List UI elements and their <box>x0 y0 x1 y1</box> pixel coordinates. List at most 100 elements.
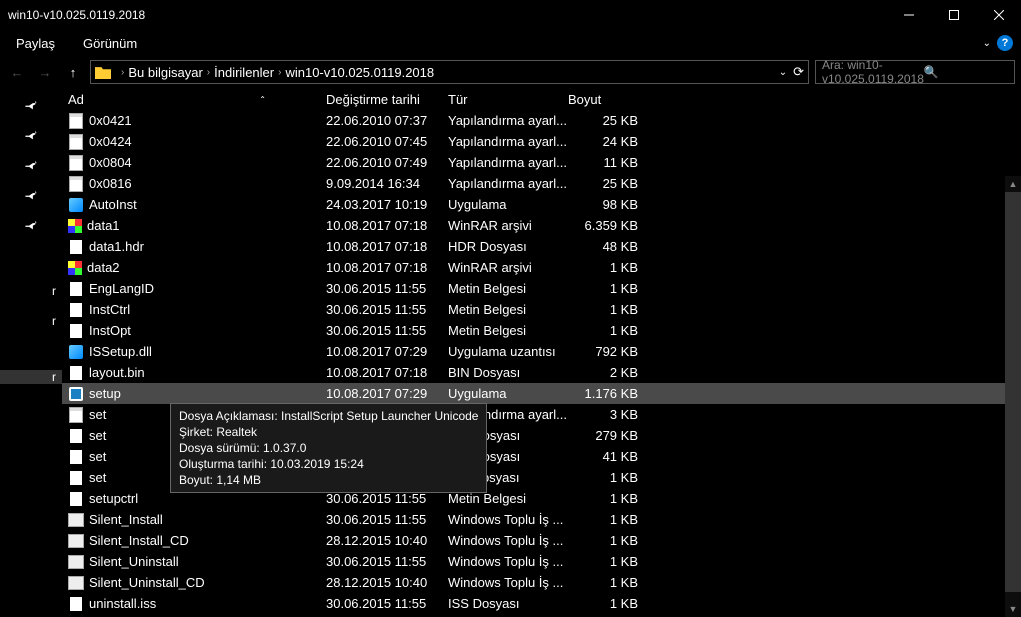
close-button[interactable] <box>976 0 1021 30</box>
table-row[interactable]: data1.hdr10.08.2017 07:18HDR Dosyası48 K… <box>62 236 1021 257</box>
table-row[interactable]: InstOpt30.06.2015 11:55Metin Belgesi1 KB <box>62 320 1021 341</box>
file-size: 2 KB <box>568 365 638 380</box>
dropdown-icon[interactable]: ⌄ <box>779 67 787 78</box>
file-size: 1 KB <box>568 470 638 485</box>
refresh-icon[interactable]: ⟳ <box>793 64 804 80</box>
file-icon <box>68 365 84 381</box>
table-row[interactable]: Silent_Uninstall30.06.2015 11:55Windows … <box>62 551 1021 572</box>
table-row[interactable]: uninstall.iss30.06.2015 11:55ISS Dosyası… <box>62 593 1021 614</box>
file-icon <box>68 323 84 339</box>
file-size: 1 KB <box>568 260 638 275</box>
titlebar: win10-v10.025.0119.2018 <box>0 0 1021 30</box>
file-icon <box>68 197 84 213</box>
file-icon <box>68 491 84 507</box>
breadcrumb[interactable]: › Bu bilgisayar › İndirilenler › win10-v… <box>90 60 809 84</box>
file-icon <box>68 239 84 255</box>
table-row[interactable]: layout.bin10.08.2017 07:18BIN Dosyası2 K… <box>62 362 1021 383</box>
file-type: Yapılandırma ayarl... <box>448 155 568 170</box>
help-icon[interactable]: ? <box>997 35 1013 51</box>
sidebar-label-fragment[interactable]: r <box>0 284 62 298</box>
file-icon <box>68 512 84 528</box>
file-type: Metin Belgesi <box>448 323 568 338</box>
column-size[interactable]: Boyut <box>568 92 638 107</box>
file-type: Windows Toplu İş ... <box>448 575 568 590</box>
file-name: AutoInst <box>89 197 137 212</box>
pin-icon[interactable] <box>21 215 41 235</box>
table-row[interactable]: Silent_Install_CD28.12.2015 10:40Windows… <box>62 530 1021 551</box>
file-date: 22.06.2010 07:37 <box>326 113 448 128</box>
file-name: Silent_Uninstall <box>89 554 179 569</box>
file-date: 30.06.2015 11:55 <box>326 323 448 338</box>
breadcrumb-separator-icon: › <box>274 67 285 78</box>
table-row[interactable]: data210.08.2017 07:18WinRAR arşivi1 KB <box>62 257 1021 278</box>
breadcrumb-segment[interactable]: win10-v10.025.0119.2018 <box>285 65 434 80</box>
file-size: 98 KB <box>568 197 638 212</box>
file-icon <box>68 533 84 549</box>
file-icon <box>68 428 84 444</box>
scrollbar-thumb[interactable] <box>1005 192 1021 592</box>
file-size: 1 KB <box>568 491 638 506</box>
table-row[interactable]: data110.08.2017 07:18WinRAR arşivi6.359 … <box>62 215 1021 236</box>
table-row[interactable]: 0x042422.06.2010 07:45Yapılandırma ayarl… <box>62 131 1021 152</box>
column-name[interactable]: Ad <box>68 92 84 107</box>
file-name: data1 <box>87 218 120 233</box>
vertical-scrollbar[interactable]: ▲ ▼ <box>1005 176 1021 617</box>
column-date[interactable]: Değiştirme tarihi <box>326 92 448 107</box>
file-date: 9.09.2014 16:34 <box>326 176 448 191</box>
breadcrumb-segment[interactable]: Bu bilgisayar <box>128 65 202 80</box>
menu-view[interactable]: Görünüm <box>83 36 137 51</box>
scroll-up-button[interactable]: ▲ <box>1005 176 1021 192</box>
search-input[interactable]: Ara: win10-v10.025.0119.2018 🔍 <box>815 60 1015 84</box>
minimize-button[interactable] <box>886 0 931 30</box>
file-size: 25 KB <box>568 113 638 128</box>
file-size: 792 KB <box>568 344 638 359</box>
file-size: 279 KB <box>568 428 638 443</box>
nav-forward-button[interactable]: → <box>34 61 56 83</box>
menu-share[interactable]: Paylaş <box>16 36 55 51</box>
file-date: 10.08.2017 07:29 <box>326 386 448 401</box>
file-icon <box>68 302 84 318</box>
search-icon[interactable]: 🔍 <box>924 65 1008 79</box>
table-row[interactable]: InstCtrl30.06.2015 11:55Metin Belgesi1 K… <box>62 299 1021 320</box>
table-row[interactable]: 0x080422.06.2010 07:49Yapılandırma ayarl… <box>62 152 1021 173</box>
scroll-down-button[interactable]: ▼ <box>1005 601 1021 617</box>
file-icon <box>68 219 82 233</box>
file-size: 3 KB <box>568 407 638 422</box>
file-name: set <box>89 470 106 485</box>
pin-icon[interactable] <box>21 125 41 145</box>
file-size: 25 KB <box>568 176 638 191</box>
table-row[interactable]: 0x042122.06.2010 07:37Yapılandırma ayarl… <box>62 110 1021 131</box>
chevron-down-icon[interactable]: ⌄ <box>983 38 991 49</box>
sidebar-label-fragment[interactable]: r <box>0 314 62 328</box>
table-row[interactable]: ISSetup.dll10.08.2017 07:29Uygulama uzan… <box>62 341 1021 362</box>
file-type: Metin Belgesi <box>448 281 568 296</box>
file-date: 30.06.2015 11:55 <box>326 554 448 569</box>
tooltip-line: Boyut: 1,14 MB <box>179 472 478 488</box>
file-name: data1.hdr <box>89 239 144 254</box>
table-row[interactable]: AutoInst 24.03.2017 10:19Uygulama98 KB <box>62 194 1021 215</box>
pin-icon[interactable] <box>21 185 41 205</box>
file-name: data2 <box>87 260 120 275</box>
file-date: 24.03.2017 10:19 <box>326 197 448 212</box>
pin-icon[interactable] <box>21 155 41 175</box>
file-name: ISSetup.dll <box>89 344 152 359</box>
file-type: ISS Dosyası <box>448 596 568 611</box>
table-row[interactable]: 0x08169.09.2014 16:34Yapılandırma ayarl.… <box>62 173 1021 194</box>
column-type[interactable]: Tür <box>448 92 568 107</box>
file-type: BIN Dosyası <box>448 365 568 380</box>
file-type: Uygulama <box>448 197 568 212</box>
file-icon <box>68 575 84 591</box>
pin-icon[interactable] <box>21 95 41 115</box>
table-row[interactable]: setup10.08.2017 07:29Uygulama1.176 KB <box>62 383 1021 404</box>
nav-up-button[interactable]: ↑ <box>62 61 84 83</box>
sidebar-label-fragment[interactable]: r <box>0 370 62 384</box>
breadcrumb-segment[interactable]: İndirilenler <box>214 65 274 80</box>
table-row[interactable]: Silent_Install30.06.2015 11:55Windows To… <box>62 509 1021 530</box>
maximize-button[interactable] <box>931 0 976 30</box>
file-date: 22.06.2010 07:45 <box>326 134 448 149</box>
nav-back-button[interactable]: ← <box>6 61 28 83</box>
table-row[interactable]: EngLangID30.06.2015 11:55Metin Belgesi1 … <box>62 278 1021 299</box>
file-name: 0x0424 <box>89 134 132 149</box>
table-row[interactable]: Silent_Uninstall_CD28.12.2015 10:40Windo… <box>62 572 1021 593</box>
tooltip-line: Oluşturma tarihi: 10.03.2019 15:24 <box>179 456 478 472</box>
